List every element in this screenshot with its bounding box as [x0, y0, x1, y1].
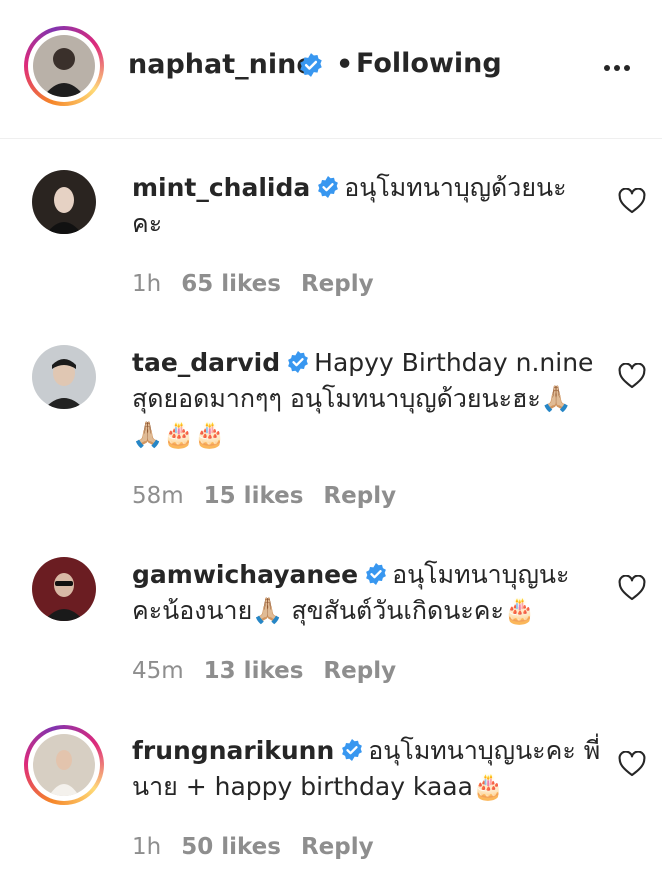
story-ring[interactable]: [24, 725, 104, 805]
comment-username[interactable]: gamwichayanee: [132, 560, 358, 589]
reply-button[interactable]: Reply: [301, 834, 374, 860]
comment-likes[interactable]: 50 likes: [181, 834, 281, 860]
dot: [624, 65, 630, 71]
comment-meta: 1h 65 likes Reply: [132, 270, 394, 298]
more-horizontal-icon[interactable]: [604, 56, 636, 78]
comment-time[interactable]: 58m: [132, 483, 184, 509]
heart-icon[interactable]: [618, 751, 646, 777]
avatar-image: [32, 557, 96, 621]
verified-badge-icon: [288, 351, 309, 373]
avatar[interactable]: [33, 734, 95, 796]
header-separator: •: [336, 49, 354, 80]
comment-text-block: mint_chalida อนุโมทนาบุญด้วยนะ คะ: [132, 170, 602, 242]
comment-time[interactable]: 1h: [132, 271, 161, 297]
avatar[interactable]: [33, 35, 95, 97]
reply-button[interactable]: Reply: [323, 658, 396, 684]
heart-icon[interactable]: [618, 575, 646, 601]
dot: [614, 65, 620, 71]
comment-meta: 1h 50 likes Reply: [132, 833, 394, 861]
avatar[interactable]: [32, 557, 96, 621]
comment-text-block: gamwichayanee อนุโมทนาบุญนะ คะน้องนาย🙏🏼 ส…: [132, 557, 602, 629]
dot: [604, 65, 610, 71]
verified-badge-icon: [318, 176, 339, 198]
comment-meta: 58m 15 likes Reply: [132, 482, 416, 510]
verified-badge-icon: [366, 563, 386, 585]
comment-text-block: tae_darvid Hapyy Birthday n.nine สุดยอดมา…: [132, 345, 602, 453]
reply-button[interactable]: Reply: [323, 483, 396, 509]
heart-icon[interactable]: [618, 363, 646, 389]
header-username[interactable]: naphat_nine: [128, 48, 315, 82]
comment-time[interactable]: 45m: [132, 658, 184, 684]
avatar-image: [32, 345, 96, 409]
comment-time[interactable]: 1h: [132, 834, 161, 860]
reply-button[interactable]: Reply: [301, 271, 374, 297]
comment-username[interactable]: tae_darvid: [132, 348, 280, 377]
avatar[interactable]: [32, 170, 96, 234]
comment-likes[interactable]: 65 likes: [181, 271, 281, 297]
comment-meta: 45m 13 likes Reply: [132, 657, 416, 685]
comment-likes[interactable]: 13 likes: [204, 658, 304, 684]
comment-username[interactable]: frungnarikunn: [132, 736, 334, 765]
profile-story-ring[interactable]: [24, 26, 104, 106]
comment-username[interactable]: mint_chalida: [132, 173, 310, 202]
avatar-image: [32, 170, 96, 234]
post-header: naphat_nine • Following: [0, 0, 662, 139]
avatar-image: [33, 734, 95, 796]
comment-text-block: frungnarikunn อนุโมทนาบุญนะคะ พี่นาย + ha…: [132, 733, 602, 805]
verified-badge-icon: [300, 53, 322, 77]
heart-icon[interactable]: [618, 188, 646, 214]
story-ring-gap: [28, 30, 100, 102]
avatar-image: [33, 35, 95, 97]
following-button[interactable]: Following: [356, 47, 502, 81]
verified-badge-icon: [342, 739, 363, 761]
story-ring-gap: [28, 729, 100, 801]
avatar[interactable]: [32, 345, 96, 409]
comment-likes[interactable]: 15 likes: [204, 483, 304, 509]
